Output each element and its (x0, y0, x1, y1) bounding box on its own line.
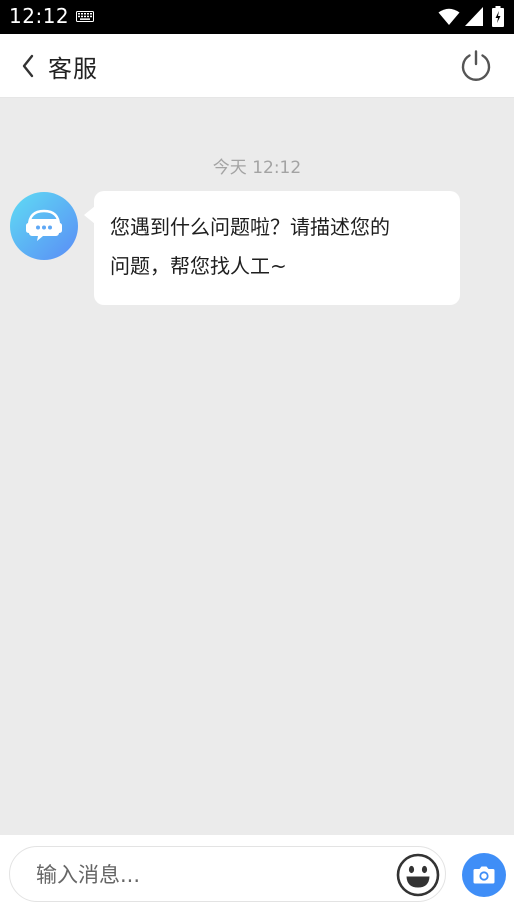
message-text-line: 您遇到什么问题啦？请描述您的 (110, 215, 390, 239)
bot-avatar[interactable] (10, 192, 78, 260)
keyboard-icon (76, 11, 94, 22)
bubble-tail (84, 206, 95, 224)
camera-button[interactable] (462, 853, 506, 897)
chat-area[interactable]: 今天 12:12 您遇到什么问题啦？请描述您的 问题，帮您找人工~ (0, 98, 514, 835)
message-input-container[interactable] (9, 846, 446, 902)
emoji-button[interactable] (396, 853, 440, 897)
message-input[interactable] (36, 857, 376, 893)
message-bubble[interactable]: 您遇到什么问题啦？请描述您的 问题，帮您找人工~ (84, 191, 460, 305)
chat-timestamp: 今天 12:12 (212, 158, 302, 178)
back-button[interactable] (14, 50, 44, 82)
power-icon (461, 50, 491, 81)
status-time: 12:12 (9, 4, 70, 28)
header: 客服 (0, 34, 514, 98)
message-text-line: 问题，帮您找人工~ (110, 254, 287, 278)
emoji-icon (396, 853, 440, 897)
power-button[interactable] (458, 48, 494, 84)
chat-screen: 12:12 客服 今天 12:12 您遇到什么问题啦？请描述您的 问题，帮您找人… (0, 0, 514, 915)
status-bar: 12:12 (0, 0, 514, 34)
battery-icon (492, 6, 504, 27)
signal-icon (465, 7, 483, 26)
camera-icon (473, 866, 495, 884)
page-title: 客服 (48, 55, 98, 83)
wifi-icon (438, 8, 460, 25)
chevron-left-icon (22, 54, 34, 78)
